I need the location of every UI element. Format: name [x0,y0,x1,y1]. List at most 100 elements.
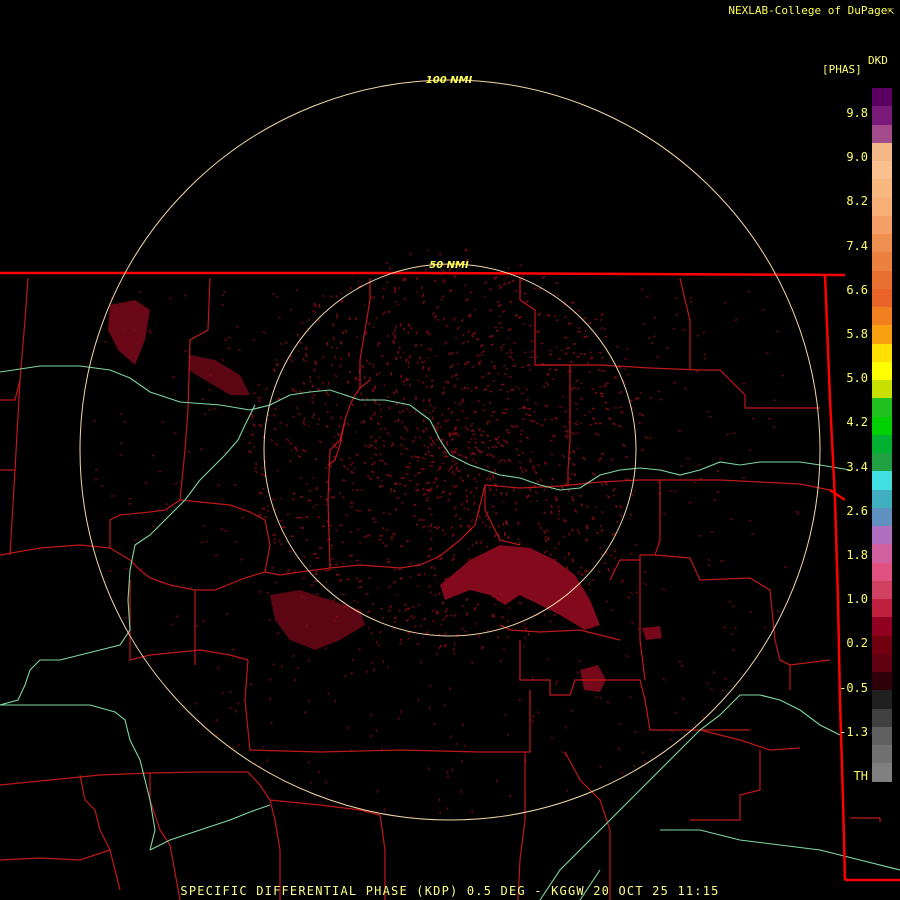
echo-speckle [349,554,354,557]
echo-speckle [460,502,464,507]
echo-speckle [545,528,549,533]
echo-speckle [612,533,615,536]
echo-speckle [355,559,360,562]
echo-speckle [369,477,373,480]
echo-speckle [662,512,667,515]
echo-speckle [457,469,460,473]
echo-speckle [594,422,598,425]
echo-speckle [461,627,464,630]
echo-speckle [585,569,588,573]
echo-speckle [363,403,367,407]
echo-speckle [460,387,463,390]
echo-speckle [413,503,417,507]
echo-speckle [669,490,673,493]
echo-speckle [402,327,406,331]
echo-speckle [519,433,523,436]
color-swatch [872,544,892,563]
echo-speckle [382,287,385,290]
color-swatch [872,398,892,417]
echo-speckle [451,470,454,474]
echo-speckle [565,789,569,793]
echo-speckle [352,599,356,603]
echo-speckle [585,538,588,541]
echo-speckle [284,340,288,345]
legend-tick-label: 4.2 [846,415,868,430]
echo-speckle [319,495,322,498]
echo-speckle [262,487,265,490]
echo-speckle [429,454,434,457]
echo-speckle [547,536,550,541]
echo-speckle [500,383,505,386]
echo-speckle [322,355,325,359]
echo-speckle [614,375,617,378]
echo-speckle [601,553,604,557]
echo-speckle [498,315,502,318]
echo-speckle [427,347,431,351]
echo-speckle [376,586,379,589]
echo-speckle [315,504,318,507]
echo-speckle [272,533,277,536]
echo-speckle [400,501,404,504]
echo-speckle [461,604,465,608]
echo-speckle [172,375,176,379]
echo-speckle [433,279,437,283]
echo-speckle [601,510,604,514]
color-swatch [872,599,892,618]
echo-speckle [613,487,616,491]
echo-speckle [405,358,408,363]
echo-speckle [418,436,421,439]
color-swatch [872,453,892,472]
echo-speckle [414,343,418,348]
echo-speckle [416,459,420,462]
echo-speckle [576,431,580,435]
echo-speckle [710,530,714,534]
echo-speckle [494,534,497,538]
echo-speckle [454,431,457,434]
echo-speckle [346,380,350,384]
echo-speckle [330,363,334,367]
echo-speckle [506,337,509,340]
color-swatch [872,380,892,399]
echo-speckle [505,352,509,355]
echo-speckle [366,475,371,478]
echo-speckle [381,527,385,530]
echo-speckle [386,395,389,399]
echo-speckle [535,500,538,503]
echo-speckle [598,422,603,425]
echo-speckle [589,423,593,427]
echo-speckle [555,319,559,322]
echo-speckle [467,446,471,450]
echo-speckle [535,422,539,425]
echo-speckle [617,424,620,427]
color-swatch [872,726,892,745]
echo-speckle [428,398,431,403]
echo-speckle [430,347,433,351]
color-swatch [872,234,892,253]
echo-speckle [394,324,398,329]
echo-speckle [409,575,412,579]
color-swatch [872,434,892,453]
echo-speckle [381,616,385,620]
echo-speckle [625,455,628,459]
echo-speckle [427,450,430,454]
echo-speckle [504,713,507,717]
echo-speckle [340,357,343,361]
echo-speckle [338,425,341,428]
echo-speckle [550,504,553,509]
echo-speckle [588,410,591,413]
echo-speckle [557,512,560,516]
echo-speckle [517,601,520,604]
echo-speckle [425,427,428,432]
echo-speckle [311,396,314,400]
echo-speckle [334,374,338,378]
echo-speckle [443,386,446,390]
echo-speckle [365,670,369,674]
echo-speckle [558,405,563,409]
echo-speckle [527,414,532,417]
echo-speckle [512,364,517,368]
echo-speckle [464,630,467,633]
echo-speckle [347,726,350,730]
echo-speckle [258,396,262,399]
echo-speckle [314,458,318,461]
echo-speckle [304,449,307,453]
